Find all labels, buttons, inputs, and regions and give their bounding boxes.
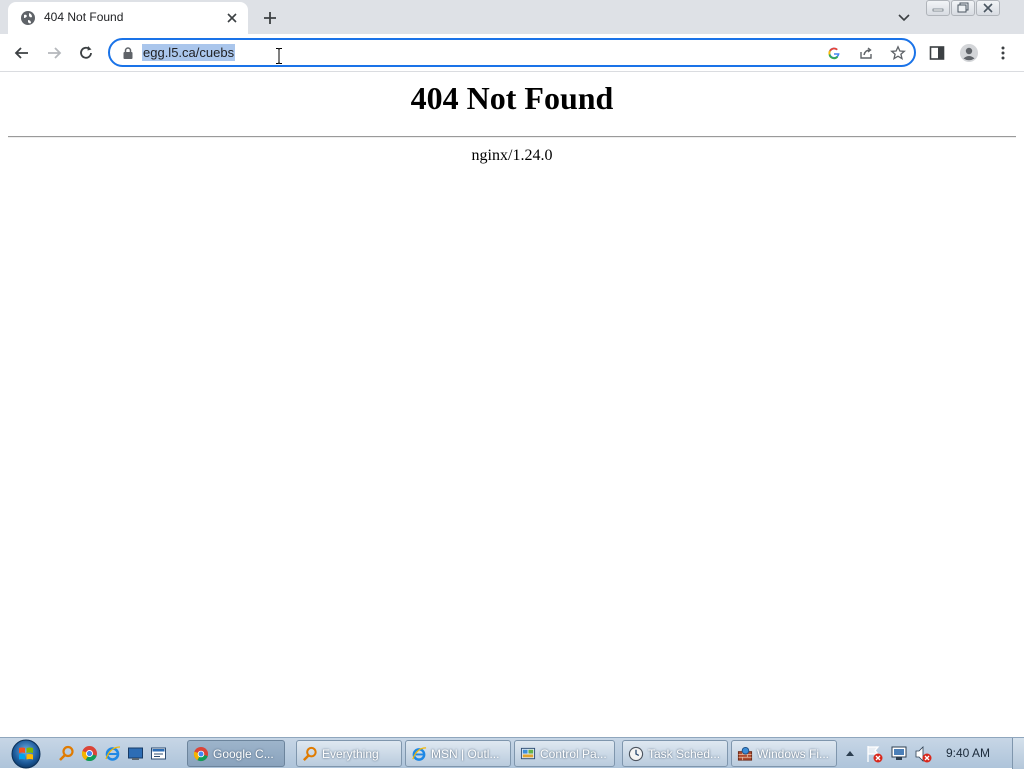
divider	[8, 136, 1016, 138]
side-panel-icon[interactable]	[928, 44, 946, 62]
close-window-icon	[983, 3, 993, 13]
tab-active[interactable]: 404 Not Found	[8, 2, 248, 34]
task-button-windows-firewall[interactable]: Windows Fi...	[731, 740, 837, 767]
task-label: Google C...	[213, 747, 274, 761]
back-arrow-icon[interactable]	[12, 43, 32, 63]
restore-button[interactable]	[951, 0, 975, 16]
switch-windows-icon[interactable]	[150, 745, 167, 762]
task-button-msn[interactable]: MSN | Outl...	[405, 740, 511, 767]
task-scheduler-icon	[628, 746, 644, 762]
lock-icon[interactable]	[121, 46, 135, 60]
taskbar: Google C... Everything MSN | Outl... Con…	[0, 737, 1024, 769]
close-window-button[interactable]	[976, 0, 1000, 16]
network-icon[interactable]	[889, 738, 909, 769]
new-tab-icon[interactable]	[260, 8, 280, 28]
start-button-icon[interactable]	[7, 738, 45, 769]
tab-search-chevron-icon[interactable]	[896, 9, 912, 25]
address-bar[interactable]: egg.l5.ca/cuebs	[108, 38, 916, 67]
bookmark-star-icon[interactable]	[890, 45, 906, 61]
internet-explorer-icon[interactable]	[104, 745, 121, 762]
control-panel-icon	[520, 747, 536, 760]
page-content: 404 Not Found nginx/1.24.0	[0, 73, 1024, 737]
minimize-icon	[932, 8, 944, 12]
task-label: Everything	[322, 747, 379, 761]
tab-strip: 404 Not Found	[0, 0, 1024, 34]
tab-title: 404 Not Found	[44, 10, 124, 24]
google-lens-icon[interactable]	[826, 45, 842, 61]
share-icon[interactable]	[858, 45, 874, 61]
text-cursor-icon	[276, 48, 282, 64]
show-desktop-button[interactable]	[1012, 738, 1024, 769]
everything-search-icon[interactable]	[58, 745, 75, 762]
restore-icon	[957, 2, 969, 13]
ie-icon	[412, 747, 427, 761]
task-button-task-scheduler[interactable]: Task Sched...	[622, 740, 728, 767]
globe-icon	[21, 11, 35, 25]
reload-icon[interactable]	[76, 43, 96, 63]
kebab-menu-icon[interactable]	[994, 44, 1012, 62]
server-signature: nginx/1.24.0	[471, 147, 553, 164]
action-center-flag-icon[interactable]	[864, 738, 884, 769]
task-label: MSN | Outl...	[431, 747, 500, 761]
forward-arrow-icon[interactable]	[44, 43, 64, 63]
show-desktop-icon[interactable]	[127, 745, 144, 762]
profile-avatar-icon[interactable]	[959, 43, 979, 63]
chrome-icon[interactable]	[81, 745, 98, 762]
task-label: Windows Fi...	[757, 747, 830, 761]
window-controls	[926, 0, 1000, 18]
task-button-chrome[interactable]: Google C...	[187, 740, 285, 767]
minimize-button[interactable]	[926, 0, 950, 16]
show-hidden-icons-icon[interactable]	[843, 738, 857, 769]
close-tab-icon[interactable]	[224, 10, 240, 26]
taskbar-clock[interactable]: 9:40 AM	[946, 746, 990, 760]
browser-toolbar: egg.l5.ca/cuebs	[0, 34, 1024, 72]
url-text[interactable]: egg.l5.ca/cuebs	[142, 44, 236, 61]
task-label: Control Pa...	[540, 747, 607, 761]
everything-icon	[303, 746, 317, 761]
task-button-everything[interactable]: Everything	[296, 740, 402, 767]
page-title: 404 Not Found	[410, 80, 614, 116]
task-label: Task Sched...	[648, 747, 721, 761]
chrome-icon	[193, 746, 209, 762]
task-button-control-panel[interactable]: Control Pa...	[514, 740, 615, 767]
volume-muted-icon[interactable]	[913, 738, 933, 769]
windows-firewall-icon	[737, 746, 753, 761]
